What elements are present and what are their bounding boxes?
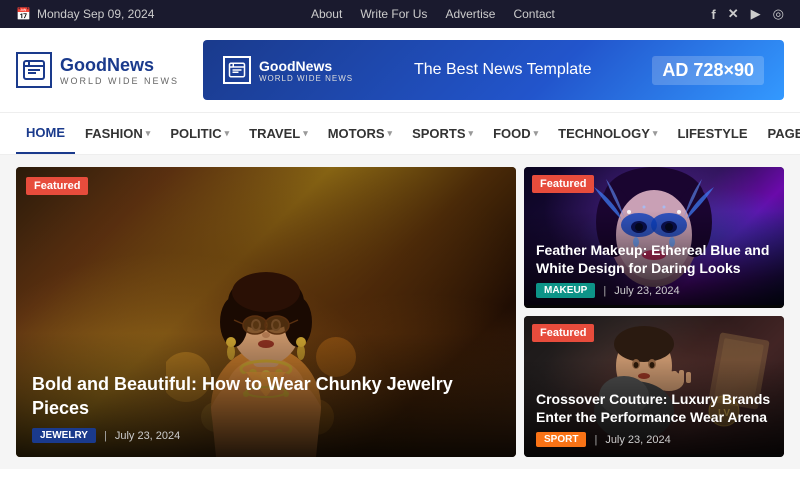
header: GoodNews WORLD WIDE NEWS GoodNews WORLD … — [0, 28, 800, 112]
side-article-2[interactable]: LV Featured Crossover Couture: Luxury Br… — [524, 316, 784, 457]
main-featured-article[interactable]: Featured Bold and Beautiful: How to Wear… — [16, 167, 516, 457]
chevron-down-icon: ▾ — [146, 128, 151, 139]
content-area: Featured Bold and Beautiful: How to Wear… — [0, 155, 800, 469]
about-link[interactable]: About — [311, 7, 342, 21]
ad-tagline: The Best News Template — [369, 61, 636, 79]
nav-motors[interactable]: MOTORS ▾ — [318, 114, 402, 153]
chevron-down-icon: ▾ — [388, 128, 393, 139]
side-article-1[interactable]: Featured Feather Makeup: Ethereal Blue a… — [524, 167, 784, 308]
ad-logo: GoodNews WORLD WIDE NEWS — [223, 56, 353, 84]
ad-size: AD 728×90 — [652, 56, 764, 85]
side2-date: July 23, 2024 — [605, 434, 670, 446]
side2-tag[interactable]: SPORT — [536, 432, 586, 447]
main-article-overlay: Bold and Beautiful: How to Wear Chunky J… — [16, 333, 516, 457]
youtube-icon[interactable]: ▶ — [751, 6, 761, 22]
ad-banner[interactable]: GoodNews WORLD WIDE NEWS The Best News T… — [203, 40, 784, 100]
chevron-down-icon: ▾ — [303, 128, 308, 139]
side1-overlay: Feather Makeup: Ethereal Blue and White … — [524, 211, 784, 308]
ad-logo-text: GoodNews WORLD WIDE NEWS — [259, 58, 353, 83]
logo-sub: WORLD WIDE NEWS — [60, 76, 179, 86]
advertise-link[interactable]: Advertise — [445, 7, 495, 21]
nav-sports[interactable]: SPORTS ▾ — [402, 114, 483, 153]
side1-tag[interactable]: MAKEUP — [536, 283, 595, 298]
date-label: Monday Sep 09, 2024 — [37, 7, 154, 21]
social-links: f ✕ ▶ ◎ — [711, 6, 784, 22]
logo-icon — [16, 52, 52, 88]
twitter-x-icon[interactable]: ✕ — [728, 6, 739, 22]
instagram-icon[interactable]: ◎ — [773, 6, 784, 22]
calendar-icon: 📅 — [16, 7, 31, 21]
nav-pages[interactable]: PAGES ▾ — [758, 114, 800, 153]
nav-fashion[interactable]: FASHION ▾ — [75, 114, 160, 153]
logo-name: GoodNews — [60, 55, 179, 76]
side2-meta: SPORT | July 23, 2024 — [536, 432, 772, 447]
write-for-us-link[interactable]: Write For Us — [360, 7, 427, 21]
side2-title: Crossover Couture: Luxury Brands Enter t… — [536, 390, 772, 426]
top-bar: 📅 Monday Sep 09, 2024 About Write For Us… — [0, 0, 800, 28]
separator: | — [594, 434, 597, 446]
nav-home[interactable]: HOME — [16, 113, 75, 154]
nav-politic[interactable]: POLITIC ▾ — [160, 114, 239, 153]
top-bar-date-area: 📅 Monday Sep 09, 2024 — [16, 7, 154, 21]
main-article-meta: JEWELRY | July 23, 2024 — [32, 428, 500, 443]
separator: | — [104, 430, 107, 442]
main-article-date: July 23, 2024 — [115, 430, 180, 442]
separator: | — [603, 285, 606, 297]
logo-text: GoodNews WORLD WIDE NEWS — [60, 55, 179, 86]
nav-travel[interactable]: TRAVEL ▾ — [239, 114, 318, 153]
main-article-tag[interactable]: JEWELRY — [32, 428, 96, 443]
nav-items: HOME FASHION ▾ POLITIC ▾ TRAVEL ▾ MOTORS… — [16, 113, 800, 154]
chevron-down-icon: ▾ — [225, 128, 230, 139]
main-nav: HOME FASHION ▾ POLITIC ▾ TRAVEL ▾ MOTORS… — [0, 112, 800, 155]
chevron-down-icon: ▾ — [653, 128, 658, 139]
side1-featured-badge: Featured — [532, 175, 594, 193]
side1-title: Feather Makeup: Ethereal Blue and White … — [536, 241, 772, 277]
ad-logo-icon — [223, 56, 251, 84]
nav-lifestyle[interactable]: LIFESTYLE — [667, 114, 757, 153]
side2-featured-badge: Featured — [532, 324, 594, 342]
top-bar-nav: About Write For Us Advertise Contact — [311, 7, 555, 21]
contact-link[interactable]: Contact — [513, 7, 554, 21]
nav-food[interactable]: FOOD ▾ — [483, 114, 548, 153]
side1-date: July 23, 2024 — [614, 285, 679, 297]
right-column: Featured Feather Makeup: Ethereal Blue a… — [524, 167, 784, 457]
chevron-down-icon: ▾ — [469, 128, 474, 139]
side1-meta: MAKEUP | July 23, 2024 — [536, 283, 772, 298]
side2-overlay: Crossover Couture: Luxury Brands Enter t… — [524, 360, 784, 457]
facebook-icon[interactable]: f — [711, 7, 715, 22]
main-featured-badge: Featured — [26, 177, 88, 195]
nav-technology[interactable]: TECHNOLOGY ▾ — [548, 114, 667, 153]
logo[interactable]: GoodNews WORLD WIDE NEWS — [16, 52, 179, 88]
chevron-down-icon: ▾ — [534, 128, 539, 139]
main-article-title: Bold and Beautiful: How to Wear Chunky J… — [32, 373, 500, 420]
